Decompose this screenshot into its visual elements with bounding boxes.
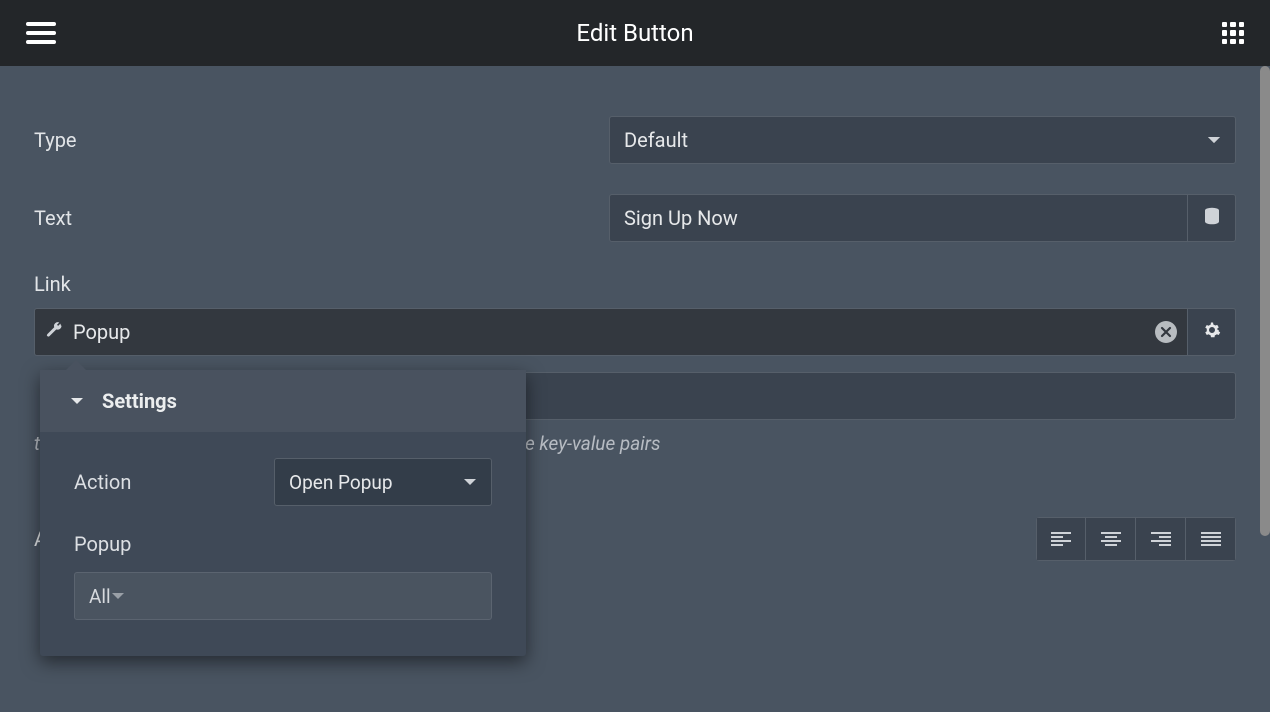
action-label: Action xyxy=(74,470,274,494)
link-value: Popup xyxy=(73,320,130,344)
text-input[interactable]: Sign Up Now xyxy=(609,194,1188,242)
align-justify-button[interactable] xyxy=(1186,517,1236,561)
link-input[interactable]: Popup xyxy=(34,308,1188,356)
chevron-down-icon xyxy=(111,591,125,601)
align-right-button[interactable] xyxy=(1136,517,1186,561)
clear-link-button[interactable] xyxy=(1155,321,1177,343)
gear-icon xyxy=(1203,321,1221,343)
link-settings-popover: Settings Action Open Popup Popup All xyxy=(40,370,526,656)
menu-button[interactable] xyxy=(26,22,56,44)
type-label: Type xyxy=(34,128,609,152)
popup-select[interactable]: All xyxy=(74,572,492,620)
link-label: Link xyxy=(34,272,609,296)
page-title: Edit Button xyxy=(576,19,693,47)
text-value: Sign Up Now xyxy=(624,206,738,230)
dynamic-data-button[interactable] xyxy=(1188,194,1236,242)
align-center-button[interactable] xyxy=(1086,517,1136,561)
type-select[interactable]: Default xyxy=(609,116,1236,164)
align-left-button[interactable] xyxy=(1036,517,1086,561)
popup-value: All xyxy=(89,585,111,608)
popover-title: Settings xyxy=(102,389,177,413)
chevron-down-icon xyxy=(70,396,84,406)
chevron-down-icon xyxy=(463,477,477,487)
scrollbar[interactable] xyxy=(1260,66,1270,536)
text-label: Text xyxy=(34,206,609,230)
alignment-button-group xyxy=(1036,517,1236,561)
field-text: Text Sign Up Now xyxy=(34,194,1236,242)
apps-grid-button[interactable] xyxy=(1222,22,1244,44)
database-icon xyxy=(1203,207,1221,229)
action-value: Open Popup xyxy=(289,471,393,494)
action-select[interactable]: Open Popup xyxy=(274,458,492,506)
type-value: Default xyxy=(624,128,688,152)
topbar: Edit Button xyxy=(0,0,1270,66)
link-settings-button[interactable] xyxy=(1188,308,1236,356)
wrench-icon xyxy=(45,321,63,343)
popup-label: Popup xyxy=(74,532,492,556)
chevron-down-icon xyxy=(1207,135,1221,145)
field-type: Type Default xyxy=(34,116,1236,164)
popover-header[interactable]: Settings xyxy=(40,370,526,432)
